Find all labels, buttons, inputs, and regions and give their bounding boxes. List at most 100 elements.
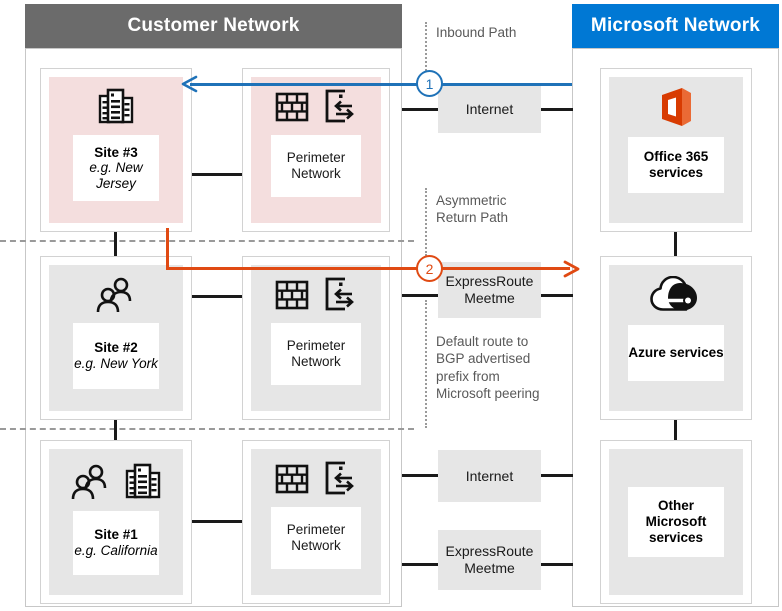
office365-label-text: Office 365 services xyxy=(643,148,709,180)
service-card-office365[interactable]: Office 365 services xyxy=(600,68,752,232)
transit-internet-top-label: Internet xyxy=(465,100,514,117)
office365-label: Office 365 services xyxy=(628,137,724,193)
annotation-default-route-text: Default route to BGP advertised prefix f… xyxy=(436,334,540,401)
site3-inner: Site #3 e.g. New Jersey xyxy=(49,77,183,223)
site1-inner: Site #1 e.g. California xyxy=(49,449,183,595)
transit-expressroute-mid[interactable]: ExpressRoute Meetme xyxy=(438,262,541,318)
link-perimeter1-expressroute xyxy=(402,563,438,566)
perimeter3-label-text: Perimeter Network xyxy=(286,149,346,181)
perimeter3-label: Perimeter Network xyxy=(271,135,361,197)
annotation-asymmetric-path: Asymmetric Return Path xyxy=(436,192,532,227)
router-icon xyxy=(323,88,357,126)
site2-icon-row xyxy=(96,269,136,321)
perimeter1-label-text: Perimeter Network xyxy=(286,521,346,553)
link-internet-office365 xyxy=(541,108,573,111)
return-path-vertical xyxy=(166,228,169,270)
marker-2[interactable]: 2 xyxy=(416,255,443,282)
customer-network-title: Customer Network xyxy=(127,15,300,36)
azure-inner: Azure services xyxy=(609,265,743,411)
link-site1-perimeter1 xyxy=(192,520,242,523)
link-azure-other-ms xyxy=(674,420,677,440)
default-route-guide xyxy=(425,300,427,428)
other-ms-label: Other Microsoft services xyxy=(628,487,724,557)
transit-expressroute-bottom[interactable]: ExpressRoute Meetme xyxy=(438,530,541,590)
marker-1[interactable]: 1 xyxy=(416,70,443,97)
perimeter2-label: Perimeter Network xyxy=(271,323,361,385)
site2-inner: Site #2 e.g. New York xyxy=(49,265,183,411)
router-icon xyxy=(323,460,357,498)
link-perimeter2-expressroute xyxy=(402,294,438,297)
inbound-path-arrowhead xyxy=(180,74,198,94)
azure-cloud-icon xyxy=(650,276,702,314)
site-divider-top xyxy=(0,240,414,242)
link-perimeter3-internet xyxy=(402,108,438,111)
perimeter2-label-text: Perimeter Network xyxy=(286,337,346,369)
link-site3-site2 xyxy=(114,232,117,256)
other-ms-inner: Other Microsoft services xyxy=(609,449,743,595)
marker-1-number: 1 xyxy=(425,75,434,92)
link-expressroute-other-ms xyxy=(541,563,573,566)
microsoft-network-header: Microsoft Network xyxy=(572,4,779,48)
site1-icon-row xyxy=(71,453,161,511)
perimeter1-label: Perimeter Network xyxy=(271,507,361,569)
annotation-asymmetric-text: Asymmetric Return Path xyxy=(436,193,509,226)
perimeter2-icon-row xyxy=(275,269,357,321)
annotation-inbound-path: Inbound Path xyxy=(436,24,556,41)
site2-label: Site #2 e.g. New York xyxy=(73,323,159,389)
firewall-icon xyxy=(275,278,309,312)
site3-location: e.g. New Jersey xyxy=(89,160,143,191)
router-icon xyxy=(323,276,357,314)
site-card-site3[interactable]: Site #3 e.g. New Jersey xyxy=(40,68,192,232)
perimeter1-inner: Perimeter Network xyxy=(251,449,381,595)
perimeter3-inner: Perimeter Network xyxy=(251,77,381,223)
site-divider-bottom xyxy=(0,428,414,430)
site3-icon-row xyxy=(98,81,134,133)
office365-inner: Office 365 services xyxy=(609,77,743,223)
transit-internet-top[interactable]: Internet xyxy=(438,85,541,133)
site2-location: e.g. New York xyxy=(74,356,158,371)
people-icon xyxy=(96,276,136,314)
perimeter-card-site1[interactable]: Perimeter Network xyxy=(242,440,390,604)
return-path-arrowhead xyxy=(562,259,580,279)
transit-expressroute-bottom-label: ExpressRoute Meetme xyxy=(445,543,534,576)
link-internet-other-ms xyxy=(541,474,573,477)
service-card-other-microsoft[interactable]: Other Microsoft services xyxy=(600,440,752,604)
other-ms-label-text: Other Microsoft services xyxy=(645,497,707,546)
office365-icon-row xyxy=(655,81,697,133)
perimeter1-icon-row xyxy=(275,453,357,505)
customer-network-header: Customer Network xyxy=(25,4,402,48)
asymmetric-path-guide xyxy=(425,188,427,256)
site3-name: Site #3 xyxy=(94,144,138,160)
site1-label: Site #1 e.g. California xyxy=(73,511,159,575)
firewall-icon xyxy=(275,90,309,124)
transit-internet-bottom[interactable]: Internet xyxy=(438,450,541,502)
link-expressroute-azure xyxy=(541,294,573,297)
link-site2-site1 xyxy=(114,420,117,440)
perimeter-card-site3[interactable]: Perimeter Network xyxy=(242,68,390,232)
link-site2-perimeter2 xyxy=(192,295,242,298)
azure-icon-row xyxy=(650,269,702,321)
transit-internet-bottom-label: Internet xyxy=(465,467,514,484)
return-path-horizontal xyxy=(166,267,570,270)
annotation-default-route: Default route to BGP advertised prefix f… xyxy=(436,333,540,402)
marker-2-number: 2 xyxy=(425,260,434,277)
link-office365-azure xyxy=(674,232,677,256)
site3-label: Site #3 e.g. New Jersey xyxy=(73,135,159,201)
network-diagram: Customer Network Microsoft Network Site … xyxy=(0,0,782,611)
site-card-site2[interactable]: Site #2 e.g. New York xyxy=(40,256,192,420)
building-icon xyxy=(98,88,134,126)
building-icon xyxy=(125,463,161,501)
microsoft-network-title: Microsoft Network xyxy=(590,15,761,36)
annotation-inbound-text: Inbound Path xyxy=(436,25,517,40)
perimeter3-icon-row xyxy=(275,81,357,133)
people-icon xyxy=(71,463,111,501)
inbound-path-line xyxy=(190,83,572,86)
link-site3-perimeter3 xyxy=(192,173,242,176)
service-card-azure[interactable]: Azure services xyxy=(600,256,752,420)
site-card-site1[interactable]: Site #1 e.g. California xyxy=(40,440,192,604)
site1-name: Site #1 xyxy=(94,527,138,543)
perimeter-card-site2[interactable]: Perimeter Network xyxy=(242,256,390,420)
site1-location: e.g. California xyxy=(74,543,158,558)
link-perimeter1-internet xyxy=(402,474,438,477)
azure-label-text: Azure services xyxy=(628,344,724,360)
